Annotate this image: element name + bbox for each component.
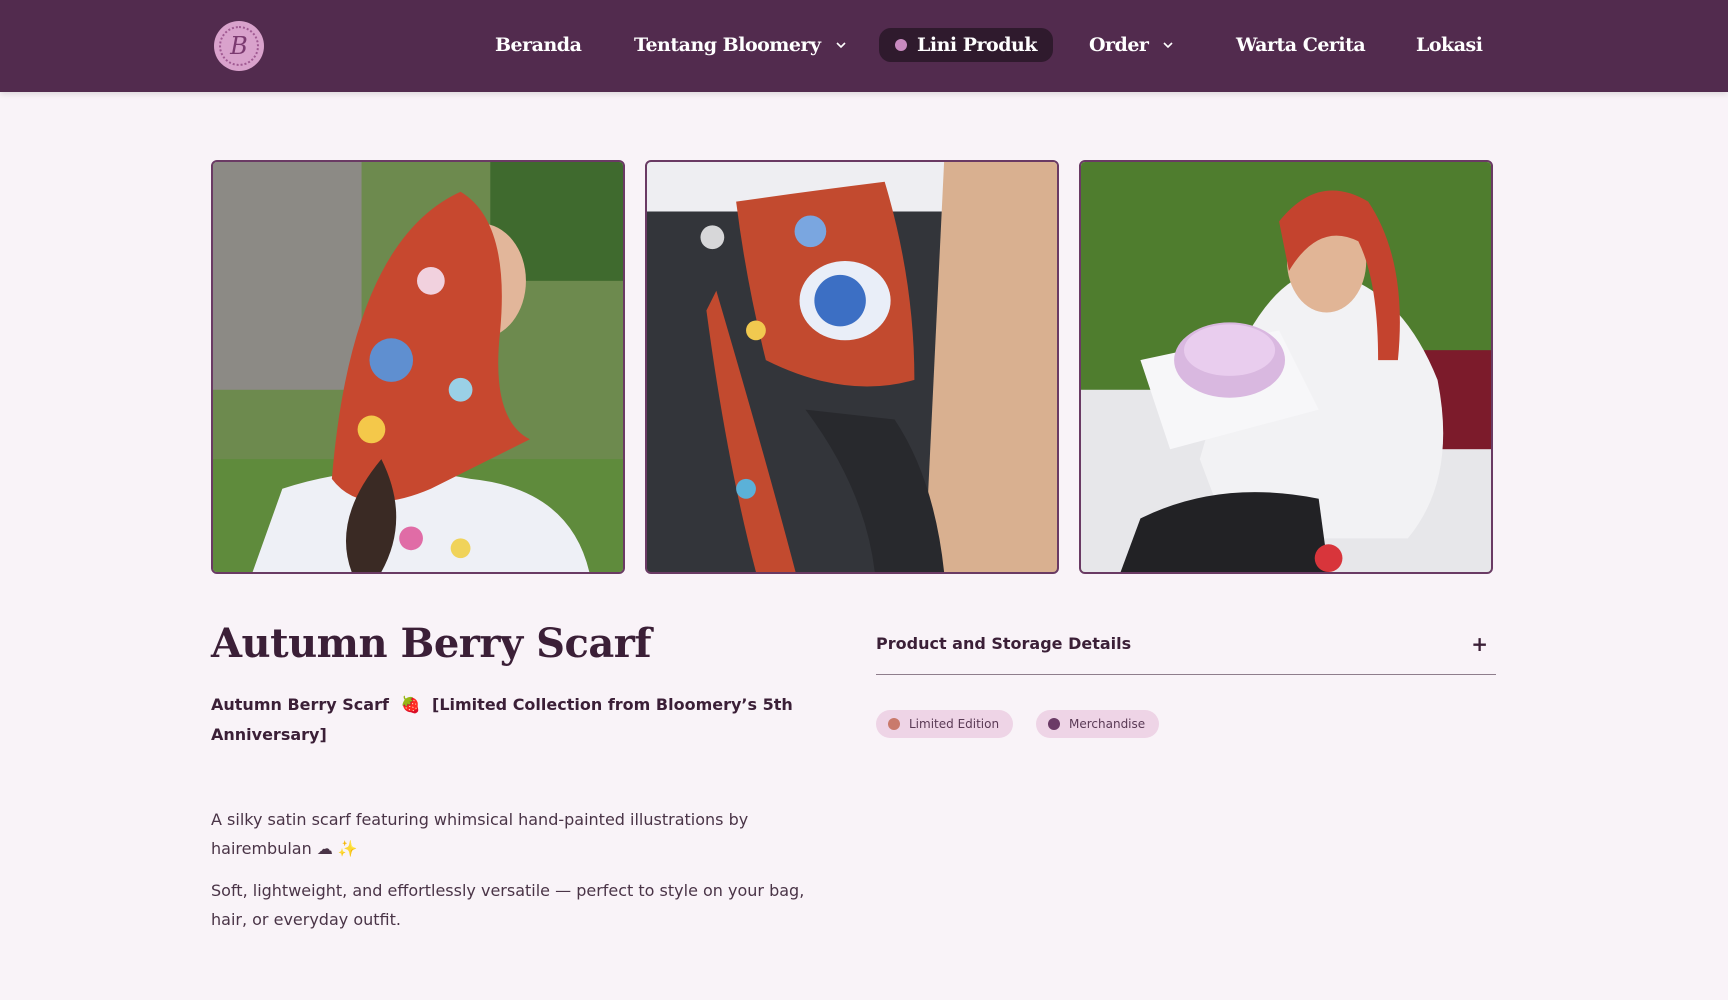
plus-icon[interactable]: + <box>1471 632 1488 656</box>
nav-item-order[interactable]: Order <box>1089 28 1174 62</box>
nav-item-label: Warta Cerita <box>1236 34 1366 56</box>
product-photo-2[interactable] <box>645 160 1059 574</box>
nav-item-tentang-bloomery[interactable]: Tentang Bloomery <box>634 28 847 62</box>
nav-item-warta-cerita[interactable]: Warta Cerita <box>1236 28 1366 62</box>
nav-item-label: Beranda <box>495 34 582 56</box>
product-title: Autumn Berry Scarf <box>211 620 652 667</box>
nav-item-lini-produk[interactable]: Lini Produk <box>879 28 1053 62</box>
accordion-label: Product and Storage Details <box>876 634 1132 653</box>
photo-scarf-on-jeans <box>647 162 1057 572</box>
nav-item-label: Tentang Bloomery <box>634 34 821 56</box>
chevron-down-icon <box>835 42 846 49</box>
logo-monogram: B <box>219 26 259 66</box>
top-navbar: B Beranda Tentang Bloomery Lini Produk O… <box>0 0 1728 92</box>
tag-merchandise[interactable]: Merchandise <box>1036 710 1160 738</box>
tag-label: Merchandise <box>1069 717 1146 731</box>
chevron-down-icon <box>1163 42 1174 49</box>
product-storage-accordion[interactable]: Product and Storage Details + <box>876 630 1496 675</box>
tag-limited-edition[interactable]: Limited Edition <box>876 710 1014 738</box>
tag-dot-icon <box>1048 718 1060 730</box>
active-indicator-dot <box>895 39 907 51</box>
subtitle-name: Autumn Berry Scarf <box>211 695 389 714</box>
nav-item-beranda[interactable]: Beranda <box>495 28 582 62</box>
nav-item-label: Order <box>1089 34 1149 56</box>
nav-item-label: Lokasi <box>1416 34 1483 56</box>
product-photo-1[interactable] <box>211 160 625 574</box>
product-description-1: A silky satin scarf featuring whimsical … <box>211 810 749 858</box>
bloomery-logo[interactable]: B <box>214 21 264 71</box>
nav-item-lokasi[interactable]: Lokasi <box>1416 28 1483 62</box>
tag-dot-icon <box>888 718 900 730</box>
strawberry-icon: 🍓 <box>400 695 421 714</box>
photo-scarf-with-cake <box>1081 162 1491 572</box>
nav-item-label: Lini Produk <box>917 34 1037 56</box>
product-photo-3[interactable] <box>1079 160 1493 574</box>
product-subtitle: Autumn Berry Scarf 🍓 [Limited Collection… <box>211 690 811 750</box>
tag-label: Limited Edition <box>909 717 1000 731</box>
photo-scarf-on-head <box>213 162 623 572</box>
product-description-2: Soft, lightweight, and effortlessly vers… <box>211 881 805 929</box>
